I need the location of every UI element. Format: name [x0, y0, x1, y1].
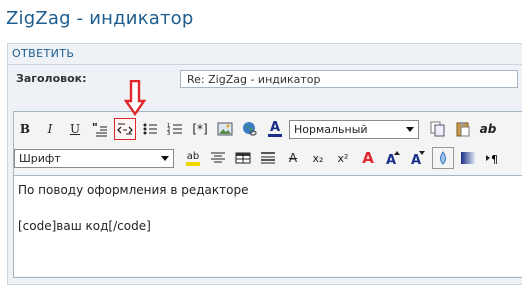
copy-icon	[430, 121, 445, 137]
table-icon	[235, 152, 251, 164]
image-button[interactable]	[214, 118, 236, 140]
superscript-button[interactable]: x²	[332, 147, 354, 169]
editor-content[interactable]: По поводу оформления в редакторе [code]в…	[14, 175, 522, 276]
text-color-button[interactable]: A	[264, 118, 286, 140]
editor-line: По поводу оформления в редакторе	[18, 183, 249, 197]
paragraph-button[interactable]: ¶	[482, 147, 504, 169]
subscript-button[interactable]: x₂	[307, 147, 329, 169]
italic-button[interactable]: I	[39, 118, 61, 140]
down-arrow-icon	[124, 80, 146, 116]
quote-icon: "	[92, 121, 107, 137]
paragraph-icon: ¶	[486, 153, 498, 166]
image-icon	[217, 122, 233, 136]
chevron-down-icon	[161, 155, 169, 161]
align-justify-button[interactable]	[257, 147, 279, 169]
font-color-button[interactable]: A	[357, 147, 379, 169]
underline-button[interactable]: U	[64, 118, 86, 140]
toolbar-row-1: B I U " 1 2 3 [*] A Нормальный ab	[14, 117, 522, 141]
gradient-icon	[461, 152, 475, 164]
list-item-button[interactable]: [*]	[189, 118, 211, 140]
highlight-button[interactable]: ab	[182, 147, 204, 169]
code-button[interactable]	[114, 118, 136, 140]
font-size-down-button[interactable]: A	[407, 147, 429, 169]
font-select[interactable]: Шрифт	[14, 148, 174, 168]
gradient-button[interactable]	[457, 147, 479, 169]
strikethrough-button[interactable]: A	[282, 147, 304, 169]
table-button[interactable]	[232, 147, 254, 169]
color-bar	[268, 134, 282, 137]
quote-button[interactable]: "	[89, 118, 111, 140]
page-title: ZigZag - индикатор	[6, 8, 194, 29]
bullet-list-button[interactable]	[139, 118, 161, 140]
align-justify-icon	[261, 152, 275, 164]
subject-label: Заголовок:	[16, 72, 87, 85]
divider	[8, 64, 522, 65]
toolbar-row-2: Шрифт ab A x₂ x² A A A ¶	[14, 146, 522, 170]
numbered-list-icon: 1 2 3	[167, 123, 182, 137]
droplet-icon	[440, 151, 446, 165]
svg-text:": "	[92, 121, 98, 134]
link-button[interactable]	[239, 118, 261, 140]
copy-button[interactable]	[427, 118, 449, 140]
spellcheck-button[interactable]: ab	[477, 118, 499, 140]
reply-tab[interactable]: ОТВЕТИТЬ	[12, 47, 74, 60]
code-icon	[117, 123, 133, 135]
editor-line: [code]ваш код[/code]	[18, 219, 151, 233]
paste-button[interactable]	[452, 118, 474, 140]
font-size-up-icon: A	[386, 151, 400, 166]
svg-text:3: 3	[167, 131, 170, 137]
paste-icon	[456, 122, 470, 137]
highlight-bar	[186, 161, 200, 166]
align-center-button[interactable]	[207, 147, 229, 169]
font-size-up-button[interactable]: A	[382, 147, 404, 169]
fill-color-button[interactable]	[432, 147, 454, 169]
chevron-down-icon	[406, 126, 414, 132]
align-center-icon	[211, 152, 225, 163]
globe-link-icon	[243, 122, 257, 136]
svg-text:A: A	[411, 153, 421, 166]
bold-button[interactable]: B	[14, 118, 36, 140]
numbered-list-button[interactable]: 1 2 3	[164, 118, 186, 140]
bullet-list-icon	[143, 123, 157, 135]
font-size-down-icon: A	[411, 151, 425, 166]
svg-text:¶: ¶	[491, 153, 498, 166]
format-select[interactable]: Нормальный	[289, 119, 419, 139]
subject-input[interactable]	[180, 70, 518, 88]
